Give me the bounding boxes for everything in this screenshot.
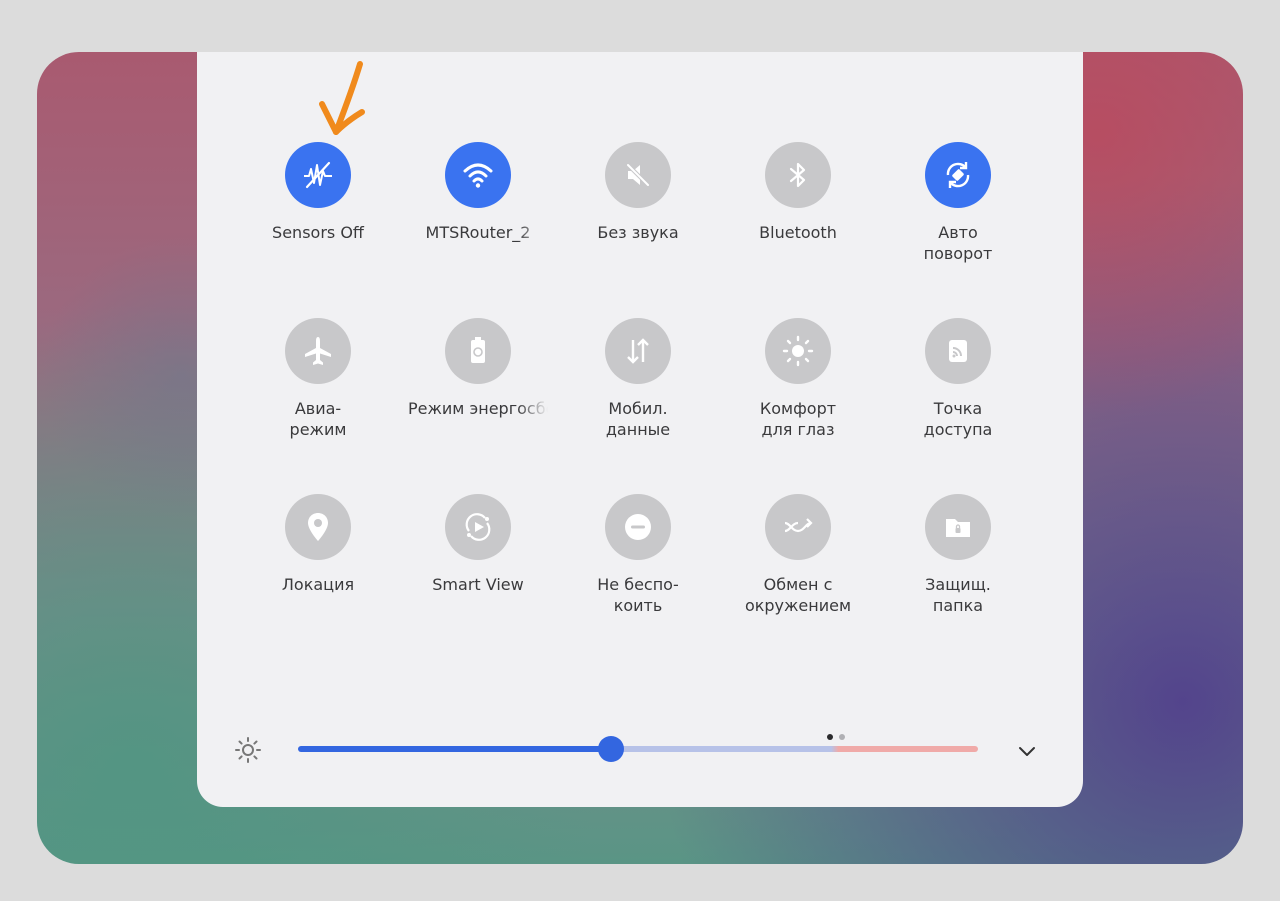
tile-label: Авто поворот — [923, 223, 993, 263]
tile-label: MTSRouter_2 — [425, 223, 531, 242]
annotation-arrow-icon — [319, 61, 365, 135]
tile-wifi[interactable]: MTSRouter_2 — [403, 142, 553, 272]
tile-label: Мобил. данные — [605, 399, 671, 439]
tile-label: Локация — [281, 575, 355, 594]
tile-label: Защищ. папка — [925, 575, 991, 615]
tile-label: Обмен с окружением — [744, 575, 852, 615]
tile-mobile-data[interactable]: Мобил. данные — [563, 318, 713, 448]
tile-auto-rotate[interactable]: Авто поворот — [883, 142, 1033, 272]
brightness-slider-thumb[interactable] — [598, 736, 624, 762]
tile-sensors-off[interactable]: Sensors Off — [243, 142, 393, 272]
tile-toggle-button[interactable] — [445, 318, 511, 384]
tile-power-saving[interactable]: Режим энергосбережения — [403, 318, 553, 448]
tile-toggle-button[interactable] — [445, 494, 511, 560]
tile-airplane[interactable]: Авиа- режим — [243, 318, 393, 448]
smart-view-icon — [465, 513, 491, 541]
tile-label: Комфорт для глаз — [759, 399, 837, 439]
sensors-off-icon — [304, 161, 332, 189]
tile-toggle-button[interactable] — [925, 494, 991, 560]
mobile-data-icon — [627, 338, 649, 364]
mute-icon — [626, 163, 650, 187]
tile-toggle-button[interactable] — [925, 142, 991, 208]
tile-location[interactable]: Локация — [243, 494, 393, 624]
brightness-slider-fill — [298, 746, 611, 752]
power-saving-icon — [471, 337, 485, 363]
tile-label: Режим энергосбережения — [408, 399, 548, 418]
bluetooth-icon — [789, 162, 806, 188]
tile-toggle-button[interactable] — [605, 318, 671, 384]
tile-toggle-button[interactable] — [445, 142, 511, 208]
tile-label: Smart View — [432, 575, 524, 594]
location-icon — [308, 513, 328, 541]
tile-do-not-disturb[interactable]: Не беспо- коить — [563, 494, 713, 624]
tile-bluetooth[interactable]: Bluetooth — [723, 142, 873, 272]
wifi-icon — [463, 163, 493, 188]
tile-label: Без звука — [597, 223, 679, 242]
tile-label: Точка доступа — [923, 399, 993, 439]
brightness-icon — [235, 737, 261, 763]
quick-settings-panel: Sensors Off MTSRouter_2 Без звука Bluetooth… — [197, 52, 1083, 807]
tile-label: Bluetooth — [759, 223, 837, 242]
tile-label: Sensors Off — [272, 223, 364, 242]
tile-hotspot[interactable]: Точка доступа — [883, 318, 1033, 448]
do-not-disturb-icon — [625, 514, 651, 540]
page-dot-1[interactable] — [827, 734, 833, 740]
nearby-share-icon — [784, 518, 813, 533]
tile-secure-folder[interactable]: Защищ. папка — [883, 494, 1033, 624]
tile-eye-comfort[interactable]: Комфорт для глаз — [723, 318, 873, 448]
auto-rotate-icon — [946, 162, 970, 188]
brightness-slider-rest — [611, 746, 978, 752]
tile-label: Не беспо- коить — [597, 575, 679, 615]
tile-toggle-button[interactable] — [285, 318, 351, 384]
tile-toggle-button[interactable] — [285, 142, 351, 208]
tile-toggle-button[interactable] — [925, 318, 991, 384]
tile-toggle-button[interactable] — [605, 494, 671, 560]
page-indicator — [827, 734, 845, 740]
airplane-icon — [305, 337, 331, 365]
tile-toggle-button[interactable] — [765, 142, 831, 208]
chevron-down-icon[interactable] — [1014, 738, 1040, 764]
brightness-slider[interactable] — [298, 736, 978, 762]
secure-folder-icon — [946, 519, 970, 537]
eye-comfort-icon — [782, 335, 814, 367]
tile-toggle-button[interactable] — [605, 142, 671, 208]
tile-smart-view[interactable]: Smart View — [403, 494, 553, 624]
tile-toggle-button[interactable] — [285, 494, 351, 560]
tile-mute[interactable]: Без звука — [563, 142, 713, 272]
tile-toggle-button[interactable] — [765, 318, 831, 384]
page-dot-2[interactable] — [839, 734, 845, 740]
tile-nearby-share[interactable]: Обмен с окружением — [723, 494, 873, 624]
tile-label: Авиа- режим — [289, 399, 347, 439]
tile-toggle-button[interactable] — [765, 494, 831, 560]
hotspot-icon — [949, 340, 967, 362]
